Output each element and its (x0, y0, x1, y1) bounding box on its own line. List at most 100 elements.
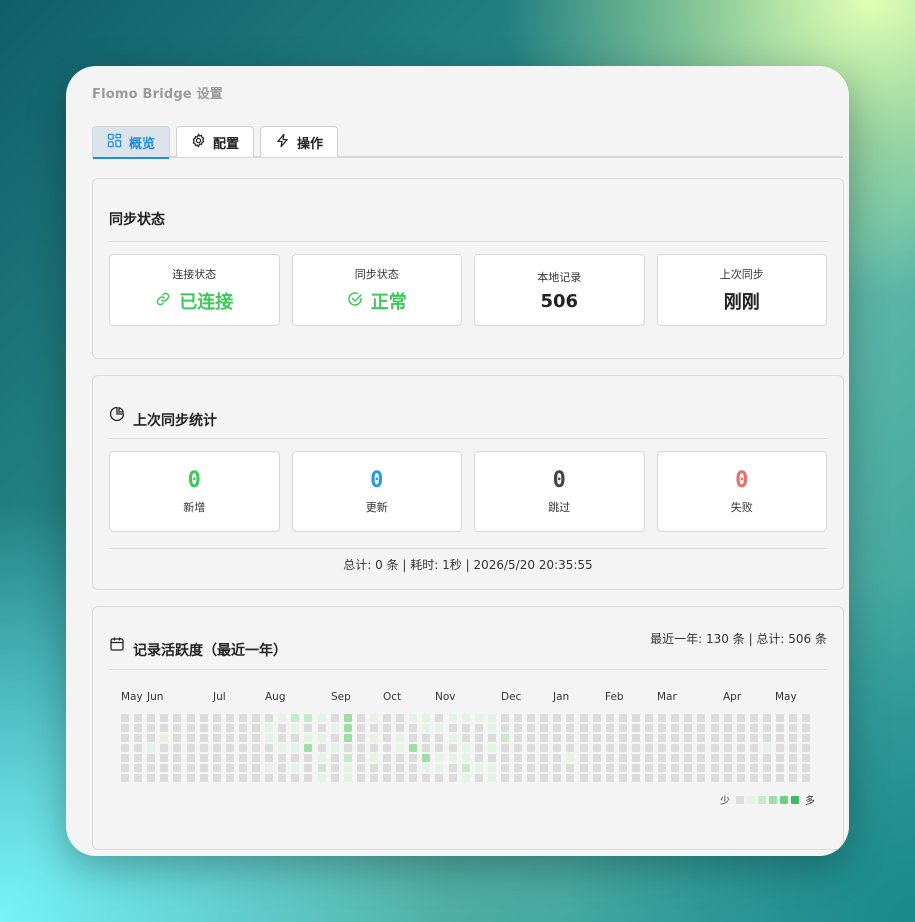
heatmap-cell (697, 744, 706, 752)
heatmap-cell (658, 714, 667, 722)
heatmap-legend: 少 多 (720, 792, 815, 807)
legend-more-label: 多 (805, 796, 815, 807)
heatmap-cell (173, 744, 182, 752)
heatmap-cell (592, 764, 601, 772)
heatmap-cell (527, 744, 536, 752)
card-label: 上次同步 (719, 268, 764, 281)
failed-stat-card: 0 失败 (656, 451, 827, 532)
heatmap-cell (605, 734, 614, 742)
heatmap-cell (645, 744, 653, 752)
heatmap-cell (225, 724, 234, 732)
tab-config[interactable]: 配置 (176, 126, 255, 157)
heatmap-cell (592, 734, 601, 742)
heatmap-cell (396, 764, 405, 772)
heatmap-cell (605, 714, 614, 722)
heatmap-cell (697, 774, 706, 782)
heatmap-cell (435, 714, 444, 722)
heatmap-cell (736, 724, 745, 732)
heatmap-cell (592, 724, 601, 732)
heatmap-cell (500, 774, 509, 782)
last-sync-value: 刚刚 (723, 292, 760, 313)
heatmap-cell (684, 774, 693, 782)
month-label: Feb (605, 691, 624, 703)
heatmap-cell (291, 744, 300, 752)
heatmap-cell (252, 744, 260, 752)
heatmap-cell (238, 764, 247, 772)
heatmap-cell (409, 764, 418, 772)
heatmap-cell (514, 764, 522, 772)
heatmap-cell (252, 724, 260, 732)
heatmap-cell (684, 764, 693, 772)
sync-status-value: 正常 (370, 292, 407, 313)
heatmap-cell (671, 754, 680, 762)
heatmap-cell (356, 714, 365, 722)
heatmap-cell (435, 764, 444, 772)
heatmap-cell (553, 724, 562, 732)
heatmap-cell (631, 744, 640, 752)
heatmap-cell (618, 734, 627, 742)
heatmap-cell (304, 764, 313, 772)
local-records-card: 本地记录 506 (474, 254, 645, 326)
heatmap-cell (671, 764, 680, 772)
added-stat-card: 0 新增 (109, 451, 280, 532)
heatmap-cell (448, 714, 457, 722)
heatmap-cell (684, 734, 693, 742)
month-labels: May Jun Jul Aug Sep Oct Nov Dec Jan Feb Mar Apr May (121, 691, 821, 705)
section-header: 上次同步统计 (109, 402, 217, 430)
heatmap-cell (618, 774, 627, 782)
heatmap-cell (592, 774, 601, 782)
tab-overview[interactable]: 概览 (92, 126, 171, 159)
legend-swatch (791, 795, 799, 804)
heatmap-cell (645, 764, 653, 772)
heatmap-cell (776, 764, 784, 772)
heatmap-cell (579, 774, 588, 782)
heatmap-cell (317, 754, 326, 762)
heatmap-cell (789, 764, 798, 772)
updated-count: 0 (370, 468, 384, 493)
divider (109, 241, 827, 242)
heatmap-cell (343, 734, 352, 742)
heatmap-cell (789, 754, 798, 762)
heatmap-cell (527, 724, 536, 732)
heatmap-cell (723, 744, 732, 752)
heatmap-cell (160, 744, 169, 752)
heatmap-cell (749, 714, 758, 722)
heatmap-cell (199, 714, 208, 722)
heatmap-cell (291, 774, 300, 782)
heatmap-cell (343, 714, 352, 722)
heatmap-cell (383, 714, 391, 722)
heatmap-cell (160, 774, 169, 782)
heatmap-cell (802, 774, 811, 782)
heatmap-cell (658, 744, 667, 752)
heatmap-cell (330, 724, 339, 732)
heatmap-cell (553, 744, 562, 752)
heatmap-cell (147, 714, 156, 722)
heatmap-cell (487, 744, 496, 752)
status-cards: 连接状态 已连接 同步状态 正常 本地记录 506 上次同步 刚刚 (109, 254, 827, 326)
stat-label: 失败 (730, 501, 753, 514)
heatmap-cell (592, 714, 601, 722)
heatmap-cell (474, 734, 483, 742)
month-label: Mar (657, 691, 677, 703)
heatmap-cell (592, 754, 601, 762)
heatmap-cell (199, 744, 208, 752)
heatmap-cell (383, 774, 391, 782)
heatmap-cell (697, 734, 706, 742)
heatmap-cell (252, 774, 260, 782)
heatmap-cell (540, 734, 549, 742)
tab-actions[interactable]: 操作 (260, 126, 339, 157)
heatmap-cell (343, 764, 352, 772)
heatmap-cell (500, 734, 509, 742)
heatmap-cell (238, 734, 247, 742)
heatmap-cell (173, 734, 182, 742)
heatmap-cell (618, 714, 627, 722)
heatmap-cell (330, 754, 339, 762)
heatmap-cell (658, 774, 667, 782)
heatmap-cell (789, 734, 798, 742)
heatmap-cell (212, 764, 221, 772)
heatmap-cell (317, 724, 326, 732)
calendar-icon (109, 636, 125, 656)
heatmap-cell (645, 754, 653, 762)
heatmap-cell (605, 774, 614, 782)
heatmap-cell (540, 754, 549, 762)
